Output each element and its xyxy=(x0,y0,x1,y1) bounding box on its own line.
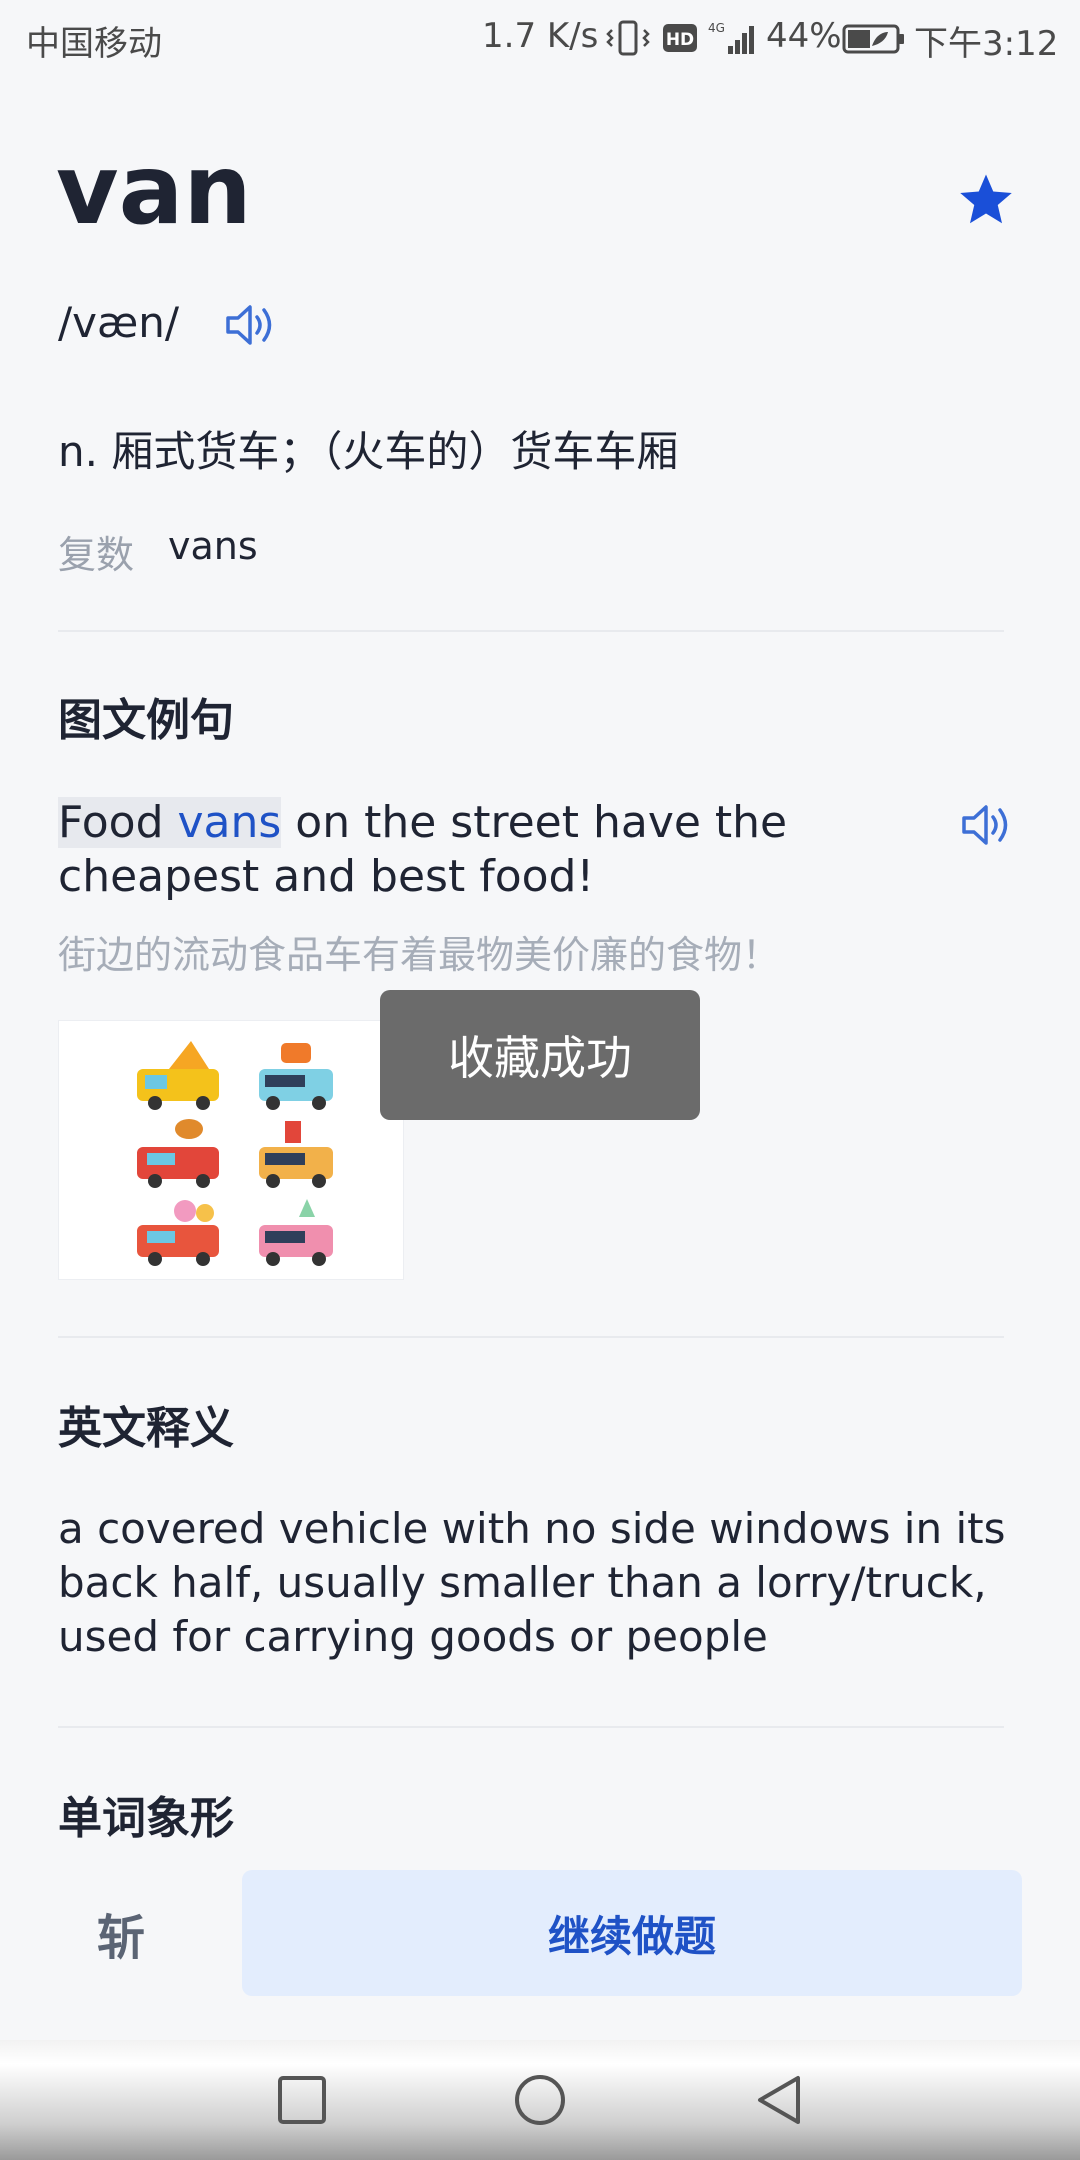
network-speed: 1.7 K/s xyxy=(482,16,599,56)
divider xyxy=(58,1726,1004,1728)
toast-text: 收藏成功 xyxy=(448,1031,632,1085)
skip-button[interactable]: 斩 xyxy=(58,1870,184,1996)
battery-icon xyxy=(842,18,906,62)
food-truck-icecream xyxy=(259,1199,333,1266)
highlight-keyword: vans xyxy=(177,797,282,848)
phonetic: /væn/ xyxy=(58,298,180,347)
plural-value: vans xyxy=(168,524,258,568)
section-title-english-definition: 英文释义 xyxy=(58,1403,234,1454)
example-sentence-en: Food vans on the street have the cheapes… xyxy=(58,796,938,904)
section-title-word-image: 单词象形 xyxy=(58,1793,234,1844)
circle-icon[interactable] xyxy=(510,2070,570,2130)
food-truck-blue xyxy=(259,1043,333,1110)
food-truck-fries xyxy=(259,1121,333,1188)
example-sentence-cn: 街边的流动食品车有着最物美价廉的食物！ xyxy=(58,933,781,977)
plural-label: 复数 xyxy=(58,533,135,577)
continue-label: 继续做题 xyxy=(547,1911,716,1961)
toast-message: 收藏成功 xyxy=(380,990,700,1120)
speaker-icon[interactable] xyxy=(224,300,278,350)
example-image[interactable] xyxy=(58,1020,404,1280)
star-icon[interactable] xyxy=(956,170,1016,230)
food-truck-burger xyxy=(137,1119,219,1188)
section-title-examples: 图文例句 xyxy=(58,695,234,746)
divider xyxy=(58,630,1004,632)
food-truck-donut xyxy=(137,1200,219,1266)
divider xyxy=(58,1336,1004,1338)
status-bar: 中国移动 1.7 K/s HD 4G 44% 下午3:12 xyxy=(0,0,1080,76)
word-title: van xyxy=(56,134,252,246)
food-truck-pizza xyxy=(137,1041,219,1110)
square-icon[interactable] xyxy=(272,2070,332,2130)
clock-time: 下午3:12 xyxy=(914,24,1059,64)
chinese-definition: n. 厢式货车；（火车的）货车车厢 xyxy=(58,427,679,476)
carrier-name: 中国移动 xyxy=(26,24,162,64)
triangle-back-icon[interactable] xyxy=(750,2070,810,2130)
continue-button[interactable]: 继续做题 xyxy=(242,1870,1022,1996)
battery-percent: 44% xyxy=(766,16,842,56)
svg-text:HD: HD xyxy=(666,30,694,50)
vibrate-icon xyxy=(606,18,650,62)
hd-icon: HD xyxy=(662,18,698,62)
svg-text:4G: 4G xyxy=(708,21,725,35)
speaker-icon[interactable] xyxy=(960,800,1014,850)
highlighted-phrase: Food vans xyxy=(58,797,282,848)
signal-icon: 4G xyxy=(706,18,762,62)
english-definition: a covered vehicle with no side windows i… xyxy=(58,1504,1006,1661)
highlight-plain: Food xyxy=(58,797,178,848)
